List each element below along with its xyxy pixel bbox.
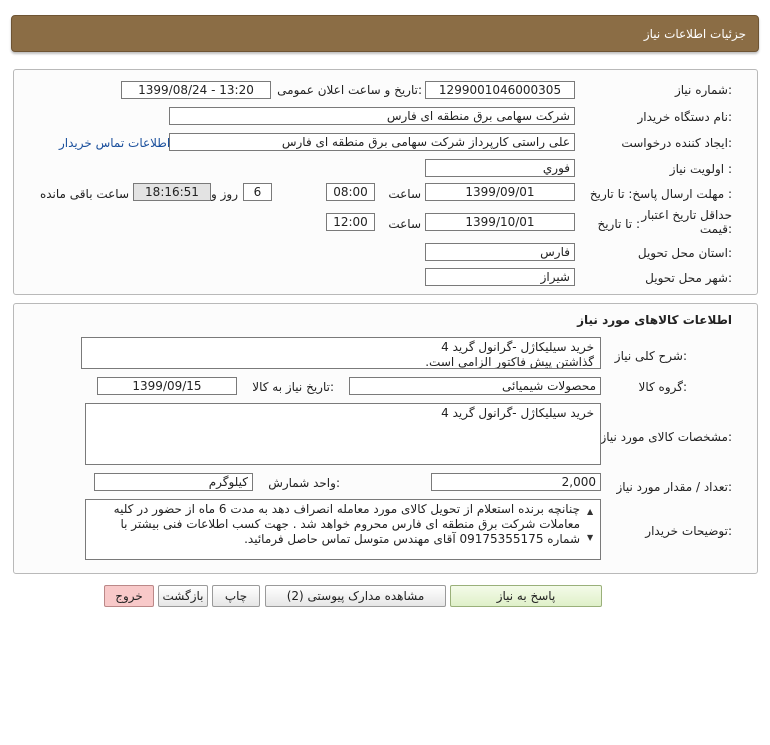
deadline-date-field: 1399/09/01 <box>425 183 575 201</box>
deadline-time-field: 08:00 <box>326 183 375 201</box>
spec-text: خرید سیلیکاژل -گرانول گرید 4 <box>441 406 594 420</box>
days-field: 6 <box>243 183 272 201</box>
scroll-down-icon[interactable]: ▼ <box>587 530 593 545</box>
need-number-field: 1299001046000305 <box>425 81 575 99</box>
print-button[interactable]: چاپ <box>212 585 260 607</box>
need-info-panel <box>13 69 758 295</box>
attachments-button[interactable]: مشاهده مدارک پیوستی (2) <box>265 585 446 607</box>
notes-scrollbar[interactable]: ▲ ▼ <box>585 502 597 550</box>
announce-field: 1399/08/24 - 13:20 <box>121 81 271 99</box>
province-field: فارس <box>425 243 575 261</box>
validity-label-2: قیمت: <box>699 222 732 236</box>
reply-button[interactable]: پاسخ به نیاز <box>450 585 602 607</box>
spec-label: مشخصات کالای مورد نیاز: <box>600 430 732 444</box>
province-label: استان محل تحویل: <box>637 246 732 260</box>
requester-field: علی راستی کارپرداز شرکت سهامی برق منطقه … <box>169 133 575 151</box>
priority-field: فوري <box>425 159 575 177</box>
notes-text: چنانچه برنده استعلام از تحویل کالای مورد… <box>113 502 580 546</box>
validity-to-label: تا تاریخ : <box>597 217 640 231</box>
city-label: شهر محل تحویل: <box>645 271 732 285</box>
desc-label: شرح کلی نیاز: <box>614 349 687 363</box>
validity-time-label: ساعت <box>388 217 421 231</box>
requester-label: ایجاد کننده درخواست: <box>621 136 732 150</box>
buyer-org-field: شرکت سهامی برق منطقه ای فارس <box>169 107 575 125</box>
desc-line-2: گذاشتن پیش فاکتور الزامی است. <box>425 355 594 369</box>
qty-field: 2,000 <box>431 473 601 491</box>
scroll-up-icon[interactable]: ▲ <box>587 504 593 519</box>
validity-label-1: حداقل تاریخ اعتبار <box>641 208 732 222</box>
group-label: گروه کالا: <box>638 380 688 394</box>
unit-field: کیلوگرم <box>94 473 253 491</box>
priority-label: اولویت نیاز : <box>669 162 732 176</box>
spec-field: خرید سیلیکاژل -گرانول گرید 4 <box>85 403 601 465</box>
need-date-field: 1399/09/15 <box>97 377 237 395</box>
goods-section-title: اطلاعات کالاهای مورد نیاز <box>577 313 732 327</box>
desc-field: خرید سیلیکاژل -گرانول گرید 4 گذاشتن پیش … <box>81 337 601 369</box>
buyer-org-label: نام دستگاه خریدار: <box>637 110 733 124</box>
remaining-label: ساعت باقی مانده <box>39 187 129 201</box>
notes-label: توضیحات خریدار: <box>645 524 732 538</box>
need-number-label: شماره نیاز: <box>674 83 732 97</box>
deadline-label: مهلت ارسال پاسخ: تا تاریخ : <box>589 187 732 201</box>
page-header: جزئیات اطلاعات نیاز <box>11 15 759 52</box>
notes-field[interactable]: چنانچه برنده استعلام از تحویل کالای مورد… <box>85 499 601 560</box>
days-label: روز و <box>211 187 238 201</box>
exit-button[interactable]: خروج <box>104 585 154 607</box>
buyer-contact-link[interactable]: اطلاعات تماس خریدار <box>59 136 170 150</box>
announce-label: تاریخ و ساعت اعلان عمومی: <box>277 83 422 97</box>
page-title: جزئیات اطلاعات نیاز <box>643 27 746 41</box>
group-field: محصولات شیمیائی <box>349 377 601 395</box>
validity-date-field: 1399/10/01 <box>425 213 575 231</box>
unit-label: واحد شمارش: <box>268 476 340 490</box>
back-button[interactable]: بازگشت <box>158 585 208 607</box>
need-date-label: تاریخ نیاز به کالا: <box>252 380 334 394</box>
validity-time-field: 12:00 <box>326 213 375 231</box>
deadline-time-label: ساعت <box>388 187 421 201</box>
qty-label: تعداد / مقدار مورد نیاز: <box>616 480 732 494</box>
city-field: شیراز <box>425 268 575 286</box>
remaining-time-field: 18:16:51 <box>133 183 211 201</box>
desc-line-1: خرید سیلیکاژل -گرانول گرید 4 <box>441 340 594 354</box>
